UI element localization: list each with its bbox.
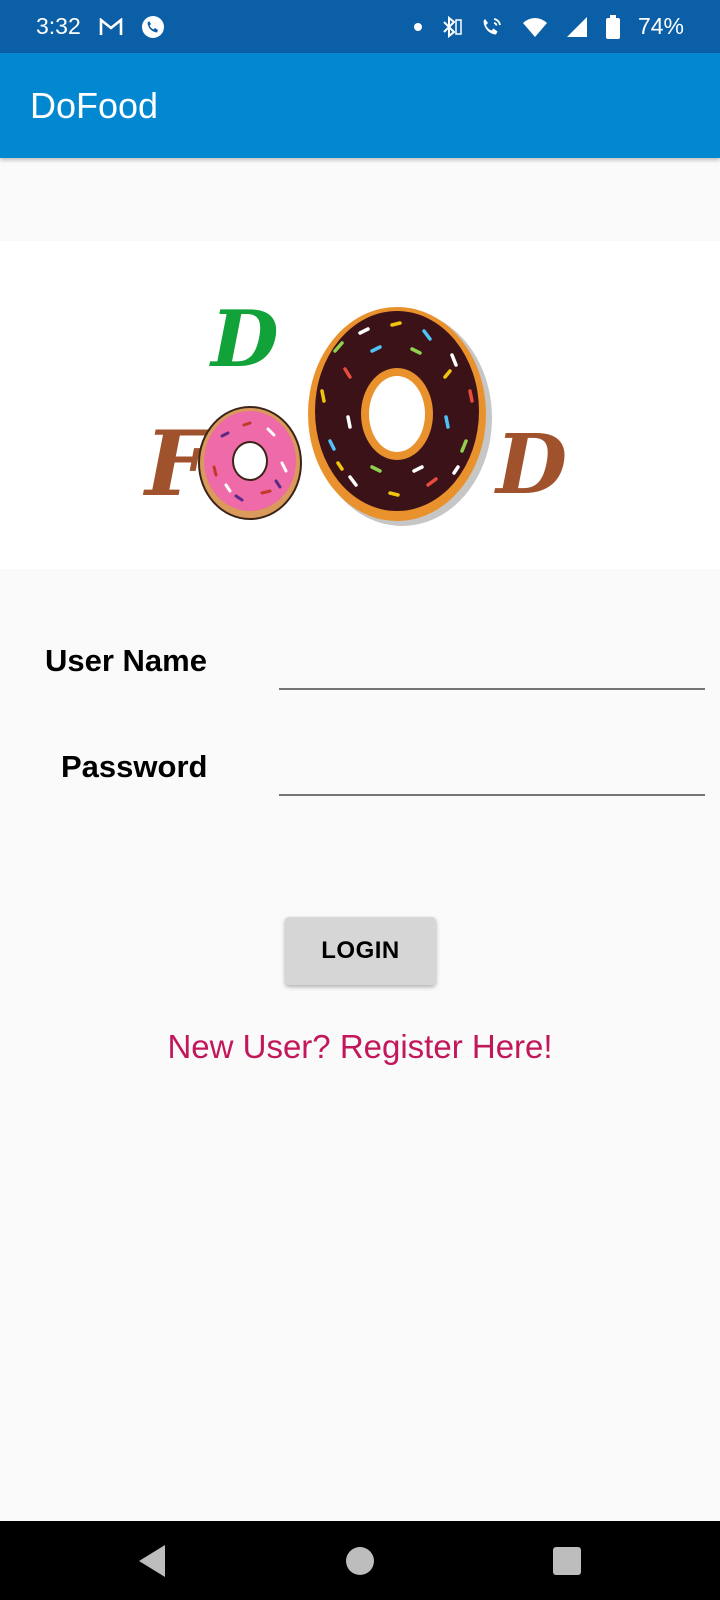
home-icon[interactable] [310, 1521, 410, 1600]
chocolate-donut-icon [308, 307, 492, 526]
wifi-icon [522, 16, 548, 38]
status-time: 3:32 [36, 13, 81, 39]
password-label: Password [61, 749, 208, 784]
phone-call-icon [141, 15, 165, 39]
navigation-bar [0, 1521, 720, 1600]
logo-letter-d-top: D [209, 294, 279, 385]
status-bar: 3:32 74% [0, 0, 720, 53]
logo-panel: D F D [0, 241, 720, 569]
logo-letter-d-right: D [494, 417, 567, 513]
battery-icon [605, 14, 620, 39]
recents-icon[interactable] [517, 1521, 617, 1600]
status-left: 3:32 [36, 13, 165, 40]
username-label: User Name [45, 643, 207, 678]
dofood-logo: D F D [142, 294, 567, 526]
username-input[interactable] [279, 642, 705, 690]
back-icon[interactable] [102, 1521, 202, 1600]
battery-percent: 74% [637, 13, 684, 39]
login-button[interactable]: LOGIN [285, 917, 436, 985]
gmail-icon [99, 17, 123, 36]
dot-icon [413, 22, 422, 31]
status-right: 74% [413, 13, 684, 40]
wifi-calling-icon [480, 15, 504, 39]
register-link[interactable]: New User? Register Here! [0, 1028, 720, 1066]
signal-icon [566, 16, 588, 38]
app-title: DoFood [30, 84, 159, 126]
bluetooth-icon [440, 15, 462, 39]
app-bar: DoFood [0, 53, 720, 158]
password-input[interactable] [279, 748, 705, 796]
pink-donut-icon [198, 406, 302, 520]
